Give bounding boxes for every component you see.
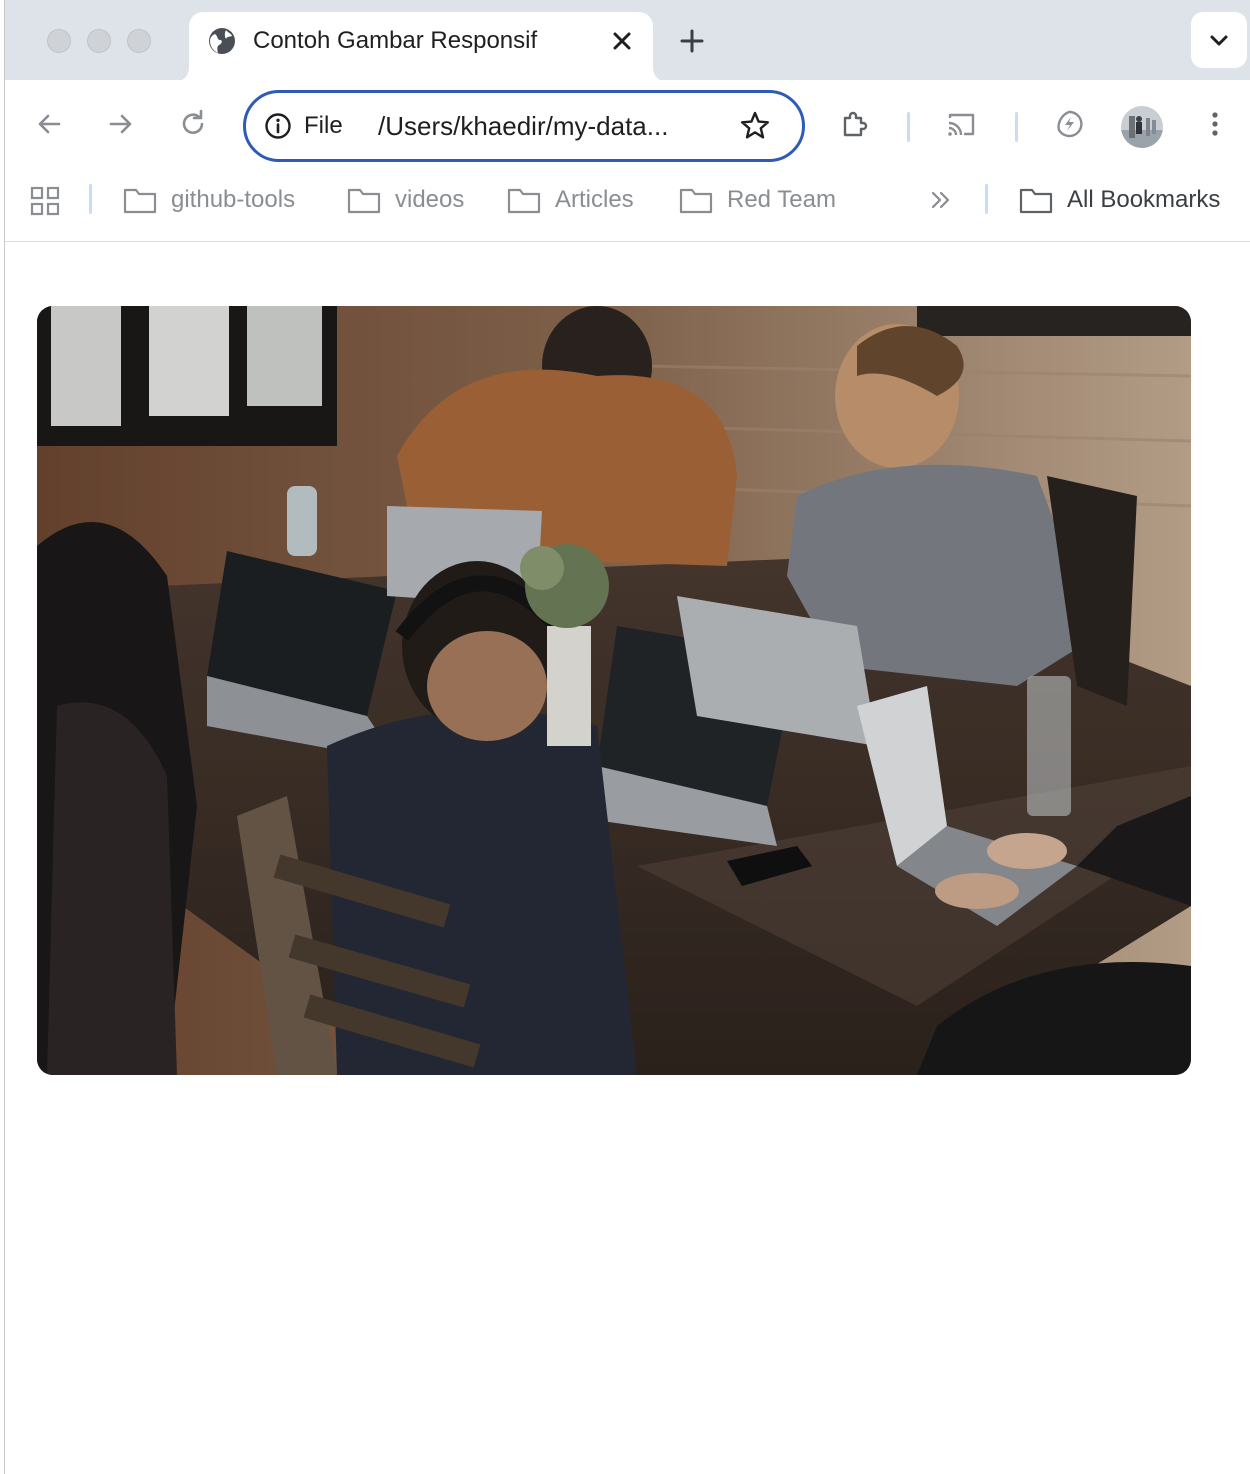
bookmarks-divider	[985, 184, 988, 214]
folder-icon	[123, 188, 157, 214]
info-icon[interactable]	[264, 112, 292, 140]
all-bookmarks-button[interactable]: All Bookmarks	[1019, 184, 1220, 216]
bookmark-folder-red-team[interactable]: Red Team	[679, 184, 836, 216]
responsive-image	[37, 306, 1191, 1075]
toolbar-divider	[1015, 112, 1018, 142]
close-icon[interactable]	[609, 28, 635, 54]
energy-saver-icon[interactable]	[1053, 108, 1085, 140]
maximize-window-button[interactable]	[127, 29, 151, 53]
bookmark-folder-github-tools[interactable]: github-tools	[123, 184, 295, 216]
bookmark-label: Red Team	[727, 186, 836, 213]
arrow-left-icon[interactable]	[33, 108, 65, 140]
address-bar[interactable]: File /Users/khaedir/my-data...	[243, 90, 805, 162]
page-content	[5, 243, 1250, 1474]
tab-search-button[interactable]	[1191, 12, 1247, 68]
folder-icon	[507, 188, 541, 214]
double-chevron-right-icon[interactable]	[927, 186, 955, 214]
globe-icon	[209, 28, 235, 54]
url-scheme-label: File	[304, 112, 343, 139]
puzzle-icon[interactable]	[839, 108, 871, 140]
toolbar-divider	[907, 112, 910, 142]
chevron-down-icon	[1210, 35, 1228, 46]
browser-window: Contoh Gambar Responsif File /Users/khae…	[4, 0, 1250, 1474]
all-bookmarks-label: All Bookmarks	[1067, 186, 1221, 213]
bookmark-label: videos	[395, 186, 465, 213]
team-photo	[37, 306, 1191, 1075]
apps-grid-icon[interactable]	[29, 185, 61, 217]
bookmark-label: Articles	[555, 186, 634, 213]
bookmarks-bar: github-tools videos Articles Red Team Al…	[5, 172, 1250, 242]
plus-icon[interactable]	[677, 26, 707, 56]
folder-icon	[1019, 188, 1053, 214]
folder-icon	[347, 188, 381, 214]
bookmarks-divider	[89, 184, 92, 214]
tab-strip: Contoh Gambar Responsif	[5, 0, 1250, 82]
bookmark-folder-articles[interactable]: Articles	[507, 184, 634, 216]
minimize-window-button[interactable]	[87, 29, 111, 53]
bookmark-folder-videos[interactable]: videos	[347, 184, 464, 216]
active-tab[interactable]: Contoh Gambar Responsif	[189, 12, 653, 82]
folder-icon	[679, 188, 713, 214]
kebab-menu-icon[interactable]	[1199, 108, 1231, 140]
url-text[interactable]: /Users/khaedir/my-data...	[378, 111, 668, 141]
tab-title: Contoh Gambar Responsif	[253, 27, 538, 54]
bookmark-label: github-tools	[171, 186, 296, 213]
arrow-right-icon[interactable]	[105, 108, 137, 140]
profile-avatar[interactable]	[1121, 106, 1163, 148]
close-window-button[interactable]	[47, 29, 71, 53]
star-icon[interactable]	[738, 109, 772, 143]
avatar-photo-icon	[1121, 106, 1163, 148]
cast-icon[interactable]	[945, 108, 977, 140]
toolbar: File /Users/khaedir/my-data...	[5, 80, 1250, 172]
reload-icon[interactable]	[177, 108, 209, 140]
